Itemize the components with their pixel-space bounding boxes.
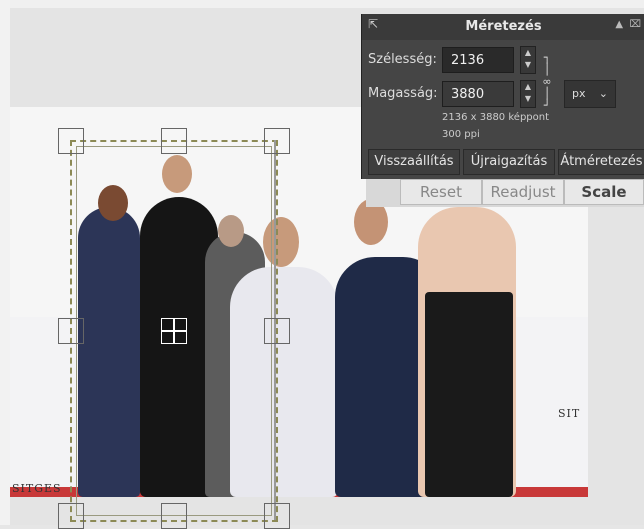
chevron-down-icon: ⌄ <box>598 87 608 100</box>
scale-handle-top-right[interactable] <box>264 128 290 154</box>
dialog-grip-icon[interactable]: ⇱ <box>368 17 378 31</box>
dialog-title-icons[interactable]: ▲ ⌧ <box>615 19 641 30</box>
scale-handle-bottom-left[interactable] <box>58 503 84 529</box>
width-label: Szélesség: <box>368 52 437 67</box>
height-field[interactable]: 3880 <box>442 81 514 107</box>
scale-handle-right[interactable] <box>264 318 290 344</box>
unit-value: px <box>572 87 586 100</box>
dialog-title[interactable]: Méretezés <box>362 14 644 40</box>
pixel-size-info: 2136 x 3880 képpont <box>442 112 550 123</box>
dialog-close-icon[interactable]: ⌧ <box>629 19 641 30</box>
scale-handle-bottom[interactable] <box>161 503 187 529</box>
unit-select[interactable]: px ⌄ <box>564 80 616 108</box>
aspect-chain-icon[interactable]: ┐ │ ∞ │ ┘ <box>540 52 554 112</box>
photo-logo-text-left: SITGES <box>12 482 62 495</box>
person-6-trousers <box>425 292 513 497</box>
scale-dialog[interactable]: Méretezés ⇱ ▲ ⌧ Szélesség: 2136 ▲ ▼ Magas… <box>361 14 644 179</box>
canvas-left-edge <box>0 0 10 525</box>
scale-handle-top-left[interactable] <box>58 128 84 154</box>
photo-logo-text-right: SIT <box>558 407 581 420</box>
height-spinner[interactable]: ▲ ▼ <box>520 80 536 108</box>
resolution-info: 300 ppi <box>442 129 480 140</box>
height-label: Magasság: <box>368 86 438 101</box>
scale-handle-top[interactable] <box>161 128 187 154</box>
scale-handle-bottom-right[interactable] <box>264 503 290 529</box>
underlying-button-bar: Reset Readjust Scale <box>366 176 644 207</box>
scale-center-move-handle[interactable] <box>161 318 187 344</box>
dialog-dock-icon[interactable]: ▲ <box>615 19 623 30</box>
width-field[interactable]: 2136 <box>442 47 514 73</box>
reset-button[interactable]: Visszaállítás <box>368 149 460 175</box>
underlying-reset-button[interactable]: Reset <box>400 179 482 205</box>
underlying-scale-button[interactable]: Scale <box>564 179 644 205</box>
scale-handle-left[interactable] <box>58 318 84 344</box>
scale-button[interactable]: Átméretezés <box>558 149 644 175</box>
width-spinner[interactable]: ▲ ▼ <box>520 46 536 74</box>
readjust-button[interactable]: Újraigazítás <box>463 149 555 175</box>
underlying-readjust-button[interactable]: Readjust <box>482 179 564 205</box>
canvas-top-edge <box>0 0 644 8</box>
